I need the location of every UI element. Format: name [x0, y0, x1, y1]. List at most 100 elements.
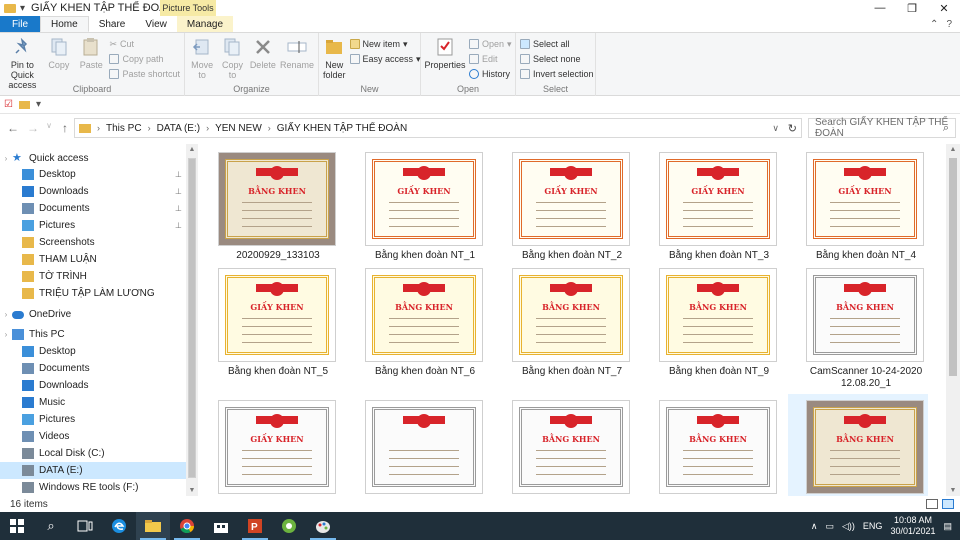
powerpoint-app[interactable]: P: [238, 512, 272, 540]
file-item[interactable]: GIẤY KHEN Bằng khen đoàn NT_4: [788, 146, 928, 268]
sidebar-item[interactable]: Downloads ⊥: [0, 183, 186, 200]
sidebar-item[interactable]: Downloads: [0, 377, 186, 394]
tab-home[interactable]: Home: [40, 16, 89, 32]
open-button[interactable]: Open ▾: [469, 38, 512, 50]
file-item[interactable]: GIẤY KHEN Bằng khen đoàn NT_1: [347, 146, 487, 268]
back-button[interactable]: ←: [4, 121, 22, 135]
large-icons-view-icon[interactable]: [942, 499, 954, 509]
coccoc-app[interactable]: [272, 512, 306, 540]
breadcrumb-current-folder[interactable]: GIẤY KHEN TẬP THỂ ĐOÀN: [277, 123, 407, 134]
select-all-button[interactable]: Select all: [520, 38, 594, 50]
nav-scrollbar[interactable]: ▲ ▼: [186, 144, 198, 496]
file-item[interactable]: BẰNG KHEN Bằng khen đoàn NT_9: [641, 262, 781, 384]
sidebar-item[interactable]: Videos: [0, 428, 186, 445]
up-button[interactable]: ↑: [56, 121, 74, 135]
scroll-down-icon[interactable]: ▼: [186, 487, 198, 494]
file-item[interactable]: BẰNG KHEN Bằng khen đoàn NT_6: [347, 262, 487, 384]
scroll-down-icon[interactable]: ▼: [946, 487, 960, 494]
forward-button[interactable]: →: [24, 121, 42, 135]
file-item[interactable]: GIẤY KHEN Bằng khen đoàn NT_2: [494, 146, 634, 268]
sidebar-item[interactable]: Desktop: [0, 343, 186, 360]
tab-share[interactable]: Share: [89, 16, 136, 32]
breadcrumb-data-drive[interactable]: DATA (E:): [157, 123, 201, 134]
edge-app[interactable]: [102, 512, 136, 540]
tab-file[interactable]: File: [0, 16, 40, 32]
sidebar-item[interactable]: TỜ TRÌNH: [0, 268, 186, 285]
sidebar-item[interactable]: › OneDrive: [0, 306, 186, 323]
file-item[interactable]: GIẤY KHEN: [200, 394, 340, 496]
minimize-ribbon-icon[interactable]: ⌃: [930, 19, 938, 30]
sidebar-item[interactable]: TRIỆU TẬP LÀM LƯƠNG: [0, 285, 186, 302]
sidebar-item[interactable]: Pictures ⊥: [0, 217, 186, 234]
invert-selection-button[interactable]: Invert selection: [520, 68, 594, 80]
search-input[interactable]: Search GIẤY KHEN TẬP THỂ ĐOÀN ⌕: [808, 117, 956, 139]
sidebar-item[interactable]: Screenshots: [0, 234, 186, 251]
sidebar-item[interactable]: Pictures: [0, 411, 186, 428]
sidebar-item[interactable]: Documents: [0, 360, 186, 377]
file-item[interactable]: GIẤY KHEN Bằng khen đoàn NT_3: [641, 146, 781, 268]
edit-button[interactable]: Edit: [469, 53, 512, 65]
network-icon[interactable]: ▭: [825, 521, 834, 532]
file-item[interactable]: BẰNG KHEN CamScanner 10-24-2020 12.08.20_…: [788, 262, 928, 389]
close-button[interactable]: ✕: [928, 0, 960, 16]
properties-quick-icon[interactable]: ☑: [4, 99, 13, 110]
sidebar-item[interactable]: DATA (E:): [0, 462, 186, 479]
file-item[interactable]: [347, 394, 487, 496]
tab-view[interactable]: View: [135, 16, 177, 32]
file-item[interactable]: BẰNG KHEN: [641, 394, 781, 496]
file-item[interactable]: BẰNG KHEN 20200929_133103: [200, 146, 340, 268]
sidebar-item[interactable]: Desktop ⊥: [0, 166, 186, 183]
maximize-button[interactable]: ❐: [896, 0, 928, 16]
customize-toolbar-icon[interactable]: ▾: [36, 99, 41, 110]
sidebar-item[interactable]: Documents ⊥: [0, 200, 186, 217]
sidebar-item[interactable]: Music: [0, 394, 186, 411]
start-button[interactable]: [0, 512, 34, 540]
address-history-dropdown-icon[interactable]: ∨: [772, 123, 779, 134]
select-none-button[interactable]: Select none: [520, 53, 594, 65]
nav-scroll-thumb[interactable]: [188, 158, 196, 478]
show-hidden-icons-icon[interactable]: ∧: [811, 521, 818, 532]
easy-access-button[interactable]: Easy access ▾: [349, 53, 421, 65]
expand-chevron-icon[interactable]: ›: [0, 154, 12, 163]
details-view-icon[interactable]: [926, 499, 938, 509]
sidebar-item[interactable]: › This PC: [0, 326, 186, 343]
new-item-button[interactable]: New item ▾: [349, 38, 421, 50]
copy-path-button[interactable]: Copy path: [109, 53, 180, 65]
minimize-button[interactable]: —: [864, 0, 896, 16]
content-scroll-thumb[interactable]: [949, 158, 957, 376]
tab-manage[interactable]: Manage: [176, 16, 234, 32]
language-indicator[interactable]: ENG: [863, 521, 883, 531]
history-button[interactable]: History: [469, 68, 512, 80]
volume-icon[interactable]: ◁)): [842, 521, 855, 532]
notifications-icon[interactable]: ▤: [943, 521, 952, 532]
expand-chevron-icon[interactable]: ›: [0, 330, 12, 339]
paste-shortcut-button[interactable]: Paste shortcut: [109, 68, 180, 80]
task-view-button[interactable]: [68, 512, 102, 540]
expand-chevron-icon[interactable]: ›: [0, 310, 12, 319]
breadcrumb-yen-new[interactable]: YEN NEW: [215, 123, 262, 134]
breadcrumb-this-pc[interactable]: This PC: [106, 123, 142, 134]
file-item[interactable]: BẰNG KHEN: [788, 394, 928, 496]
search-taskbar-button[interactable]: ⌕: [34, 512, 68, 540]
file-item[interactable]: BẰNG KHEN: [494, 394, 634, 496]
address-bar[interactable]: › This PC › DATA (E:) › YEN NEW › GIẤY K…: [74, 118, 802, 138]
store-app[interactable]: [204, 512, 238, 540]
sidebar-item[interactable]: THAM LUẬN: [0, 251, 186, 268]
chrome-app[interactable]: [170, 512, 204, 540]
sidebar-item[interactable]: Windows RE tools (F:): [0, 479, 186, 496]
help-icon[interactable]: ?: [946, 19, 952, 30]
clock[interactable]: 10:08 AM 30/01/2021: [890, 515, 935, 537]
cut-button[interactable]: ✂ Cut: [109, 38, 180, 50]
refresh-icon[interactable]: ↻: [788, 122, 797, 135]
file-item[interactable]: BẰNG KHEN Bằng khen đoàn NT_7: [494, 262, 634, 384]
folder-quick-icon[interactable]: [18, 100, 30, 109]
file-item[interactable]: GIẤY KHEN Bằng khen đoàn NT_5: [200, 262, 340, 384]
sidebar-item[interactable]: Local Disk (C:): [0, 445, 186, 462]
sidebar-item[interactable]: › ★ Quick access: [0, 150, 186, 167]
scroll-up-icon[interactable]: ▲: [946, 146, 960, 153]
scroll-up-icon[interactable]: ▲: [186, 146, 198, 153]
file-explorer-app[interactable]: [136, 512, 170, 540]
quick-access-toolbar-dropdown-icon[interactable]: ▾: [20, 3, 25, 14]
recent-locations-button[interactable]: ∨: [44, 121, 54, 135]
content-scrollbar[interactable]: ▲ ▼: [946, 144, 960, 496]
